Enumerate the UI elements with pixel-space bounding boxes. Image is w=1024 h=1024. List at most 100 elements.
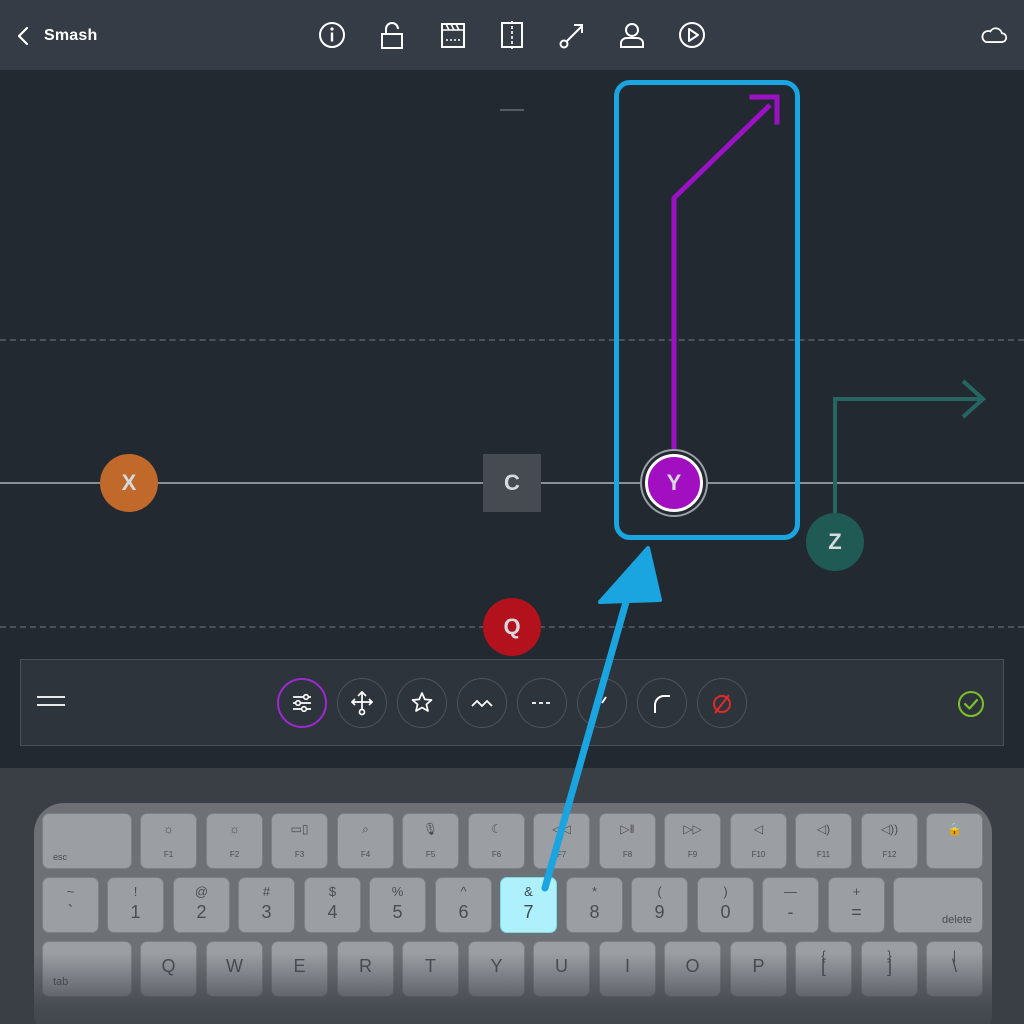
- key-f10[interactable]: ◁ F10: [730, 813, 787, 869]
- key-f8[interactable]: ▷‖ F8: [599, 813, 656, 869]
- key-y[interactable]: Y: [468, 941, 525, 997]
- key-e[interactable]: E: [271, 941, 328, 997]
- key-delete[interactable]: delete: [893, 877, 983, 933]
- zigzag-icon[interactable]: [457, 678, 507, 728]
- key-shift-label: #: [262, 884, 271, 899]
- player-z[interactable]: Z: [806, 513, 864, 571]
- key-f3[interactable]: ▭▯ F3: [271, 813, 328, 869]
- key-8[interactable]: * 8: [566, 877, 623, 933]
- key-f2[interactable]: ☼ F2: [206, 813, 263, 869]
- none-icon[interactable]: [697, 678, 747, 728]
- key-r[interactable]: R: [337, 941, 394, 997]
- key-f1[interactable]: ☼ F1: [140, 813, 197, 869]
- key-t[interactable]: T: [402, 941, 459, 997]
- key-f11[interactable]: ◁) F11: [795, 813, 852, 869]
- key-label: Q: [161, 956, 176, 976]
- star-icon[interactable]: [397, 678, 447, 728]
- key-label: T: [425, 956, 436, 976]
- key-label: `: [67, 902, 74, 922]
- key-p[interactable]: P: [730, 941, 787, 997]
- dashed-line-icon[interactable]: [517, 678, 567, 728]
- key-label: delete: [942, 914, 972, 926]
- key-7[interactable]: & 7: [500, 877, 557, 933]
- key-label: 2: [196, 902, 207, 922]
- key-label: 0: [720, 902, 731, 922]
- key-fn-label: F7: [556, 850, 567, 859]
- cloud-icon[interactable]: [976, 18, 1010, 52]
- key-glyph: 🔒: [947, 822, 962, 836]
- key-glyph: 🎙: [422, 822, 439, 836]
- key-5[interactable]: % 5: [369, 877, 426, 933]
- key-label: P: [752, 956, 765, 976]
- menu-icon[interactable]: [37, 690, 69, 716]
- split-icon[interactable]: [496, 18, 528, 52]
- key-f9[interactable]: ▷▷ F9: [664, 813, 721, 869]
- key-4[interactable]: $4: [304, 877, 361, 933]
- key-f5[interactable]: 🎙 F5: [402, 813, 459, 869]
- key-9[interactable]: (9: [631, 877, 688, 933]
- key-[interactable]: 🔒: [926, 813, 983, 869]
- key-f4[interactable]: ⌕ F4: [337, 813, 394, 869]
- person-icon[interactable]: [616, 18, 648, 52]
- player-z-label: Z: [828, 529, 842, 554]
- unlock-icon[interactable]: [376, 18, 408, 52]
- player-q[interactable]: Q: [483, 598, 541, 656]
- route-icon[interactable]: [556, 18, 588, 52]
- key-[interactable]: + =: [828, 877, 885, 933]
- move-icon[interactable]: [337, 678, 387, 728]
- player-x-label: X: [121, 470, 137, 495]
- back-button[interactable]: Smash: [14, 22, 114, 50]
- key-tab[interactable]: tab: [42, 941, 132, 997]
- key-f12[interactable]: ◁)) F12: [861, 813, 918, 869]
- key-[interactable]: — -: [762, 877, 819, 933]
- key-q[interactable]: Q: [140, 941, 197, 997]
- key-fn-label: F10: [751, 850, 766, 859]
- key-shift-label: (: [657, 884, 662, 899]
- player-x[interactable]: X: [100, 454, 158, 512]
- key-1[interactable]: ! 1: [107, 877, 164, 933]
- key-f7[interactable]: ◁◁ F7: [533, 813, 590, 869]
- settings-sliders-icon[interactable]: [277, 678, 327, 728]
- confirm-check-icon[interactable]: [957, 690, 985, 718]
- key-glyph: ▷▷: [683, 822, 702, 836]
- clapperboard-icon[interactable]: [437, 18, 469, 52]
- key-shift-label: ): [723, 884, 728, 899]
- corner-icon[interactable]: [637, 678, 687, 728]
- key-label: O: [685, 956, 700, 976]
- key-6[interactable]: ^ 6: [435, 877, 492, 933]
- key-2[interactable]: @2: [173, 877, 230, 933]
- player-y-label: Y: [666, 470, 682, 495]
- key-fn-label: F1: [163, 850, 174, 859]
- chevron-left-icon: [17, 26, 29, 46]
- key-w[interactable]: W: [206, 941, 263, 997]
- key-label: Y: [490, 956, 503, 976]
- key-label: 4: [327, 902, 338, 922]
- player-y[interactable]: Y: [645, 454, 703, 512]
- player-c[interactable]: C: [483, 454, 541, 512]
- key-fn-label: F8: [622, 850, 633, 859]
- key-[interactable]: {[: [795, 941, 852, 997]
- key-[interactable]: }]: [861, 941, 918, 997]
- play-icon[interactable]: [676, 18, 708, 52]
- key-[interactable]: | \: [926, 941, 983, 997]
- info-icon[interactable]: [316, 18, 348, 52]
- key-[interactable]: ~ `: [42, 877, 99, 933]
- key-u[interactable]: U: [533, 941, 590, 997]
- key-fn-label: F5: [425, 850, 436, 859]
- key-label: 7: [523, 902, 534, 922]
- key-glyph: ▭▯: [290, 822, 309, 836]
- key-label: -: [787, 902, 794, 922]
- key-label: \: [951, 956, 957, 976]
- key-i[interactable]: I: [599, 941, 656, 997]
- key-3[interactable]: #3: [238, 877, 295, 933]
- keyboard: esc ☼ F1 ☼ F2 ▭▯ F3 ⌕ F4 🎙 F5 ☾ F6 ◁◁ F7 ▷‖ F8 ▷▷ F9 ◁ F10 ◁)…: [34, 803, 992, 1024]
- key-esc[interactable]: esc: [42, 813, 132, 869]
- key-glyph: ◁)): [880, 822, 899, 836]
- key-0[interactable]: ) 0: [697, 877, 754, 933]
- key-fn-label: F12: [882, 850, 897, 859]
- key-label: ]: [886, 956, 892, 976]
- key-f6[interactable]: ☾ F6: [468, 813, 525, 869]
- curve-icon[interactable]: [577, 678, 627, 728]
- back-label: Smash: [44, 27, 98, 44]
- key-o[interactable]: O: [664, 941, 721, 997]
